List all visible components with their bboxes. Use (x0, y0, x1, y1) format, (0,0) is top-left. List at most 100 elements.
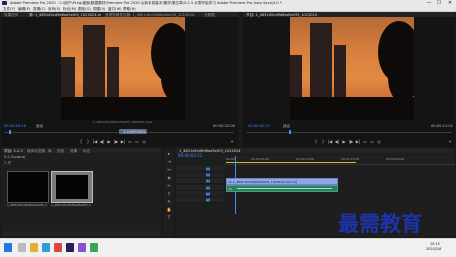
project-name: 5.2.3.prproj (4, 155, 25, 159)
work-area-bar[interactable] (226, 162, 356, 163)
step-forward-button[interactable]: |▶ (348, 139, 354, 144)
button-editor-button[interactable]: + (447, 139, 453, 144)
rate-stretch-tool-icon[interactable]: ◈ (166, 175, 172, 180)
video-clip-label: fx 1_4851d5cd9d6ad5e0f3_1023024.mp4 [V] (229, 179, 298, 184)
hand-tool-icon[interactable]: ✋ (166, 207, 172, 212)
track-select-tool-icon[interactable]: ⇥ (166, 159, 172, 164)
premiere-taskbar-icon[interactable] (66, 243, 74, 252)
step-forward-button[interactable]: |▶ (113, 139, 119, 144)
project-item-thumbnail-selected[interactable] (51, 171, 93, 203)
play-button[interactable]: ▶ (341, 139, 347, 144)
tab-sequence[interactable]: 1_4851d5cd9d6ad5e0f3_1023024 (179, 149, 259, 153)
program-playhead[interactable] (289, 130, 291, 134)
menu-view[interactable]: 视图(V) (93, 7, 105, 11)
track-target-v1[interactable]: V1 (206, 178, 210, 183)
export-frame-button[interactable]: ◎ (376, 139, 382, 144)
premiere-app-icon (2, 1, 7, 5)
go-to-out-button[interactable]: ▶| (120, 139, 126, 144)
video-clip[interactable]: fx 1_4851d5cd9d6ad5e0f3_1023024.mp4 [V] (226, 178, 338, 185)
source-in-out-range[interactable]: 1:2/4851d5c (119, 129, 147, 134)
menu-file[interactable]: 文件(F) (3, 7, 15, 11)
track-target-a3[interactable]: A3 (206, 197, 210, 202)
track-target-v2[interactable]: V2 (206, 172, 210, 177)
go-to-in-button[interactable]: |◀ (92, 139, 98, 144)
program-fit-select[interactable]: 适合 (283, 124, 290, 128)
insert-button[interactable]: ▭ (127, 139, 133, 144)
source-monitor: 1_4851d5cd9d6ad5e0f3_1023024.mp4 00:00:0… (1, 17, 238, 147)
source-playhead[interactable] (9, 130, 11, 134)
ruler-tick-label: 00:00:20:00 (386, 157, 405, 161)
button-editor-button[interactable]: + (229, 139, 235, 144)
menu-graphics[interactable]: 图形(G) (78, 7, 91, 11)
tab-audio-clip-mixer[interactable]: 音频剪辑混合器: 1_4851d5cd9d6ad5e0f3_1023024 (105, 13, 200, 17)
tab-project[interactable]: 项目: 5.2.3 (4, 149, 24, 153)
menu-clip[interactable]: 剪辑(C) (33, 7, 46, 11)
time-ruler[interactable]: 00:00 00:00:05:00 00:00:10:00 00:00:15:0… (224, 156, 455, 165)
tab-effects[interactable]: 效果 (70, 149, 80, 153)
audio-waveform (237, 188, 332, 189)
mark-out-button[interactable]: } (85, 139, 91, 144)
tab-markers[interactable]: 标记 (83, 149, 93, 153)
menu-window[interactable]: 窗口(W) (108, 7, 122, 11)
tab-metadata[interactable]: 元数据 (204, 13, 224, 17)
timeline-timecode[interactable]: 00:00:02:12 (178, 154, 202, 158)
ground-silhouette (290, 97, 414, 120)
app-icon[interactable] (90, 243, 98, 252)
ruler-tick-label: 00:00 (226, 157, 235, 161)
ripple-edit-tool-icon[interactable]: ↔ (166, 167, 172, 172)
clock-time[interactable]: 19:15 (430, 242, 440, 246)
menu-edit[interactable]: 编辑(E) (18, 7, 30, 11)
search-icon[interactable] (18, 243, 26, 252)
step-back-button[interactable]: ◀| (334, 139, 340, 144)
export-frame-button[interactable]: ◎ (141, 139, 147, 144)
source-clip-label: 1_4851d5cd9d6ad5e0f3_1023024.mp4 (93, 120, 153, 124)
mark-in-button[interactable]: { (78, 139, 84, 144)
program-scrub-bar[interactable] (246, 132, 452, 133)
tree-silhouette (161, 52, 185, 102)
audio-clip[interactable]: fx (226, 185, 338, 192)
project-panel: 5.2.3.prproj 2 项 1_4851d5cd9d6ad5e0f3_10… (1, 153, 161, 237)
go-to-in-button[interactable]: |◀ (327, 139, 333, 144)
ground-silhouette (61, 97, 185, 120)
source-fit-select[interactable]: 适合 (36, 124, 43, 128)
browser-icon[interactable] (42, 243, 50, 252)
source-timecode-current[interactable]: 00:00:00:16 (4, 124, 26, 128)
overwrite-button[interactable]: ▭ (134, 139, 140, 144)
tab-media-browser[interactable]: 媒体浏览器 (27, 149, 45, 153)
tree-silhouette (388, 53, 414, 103)
razor-tool-icon[interactable]: ✂ (166, 183, 172, 188)
track-target-v3[interactable]: V3 (206, 166, 210, 171)
menu-marker[interactable]: 标记(M) (63, 7, 76, 11)
window-title: Adobe Premiere Pro 2020 - C:\用户\Pchg\桌面\… (10, 1, 282, 5)
app-icon[interactable] (54, 243, 62, 252)
extract-button[interactable]: ▭ (369, 139, 375, 144)
mark-out-button[interactable]: } (320, 139, 326, 144)
app-icon[interactable] (78, 243, 86, 252)
pen-tool-icon[interactable]: ✎ (166, 199, 172, 204)
track-target-a1[interactable]: A1 (206, 185, 210, 190)
file-explorer-icon[interactable] (30, 243, 38, 252)
program-timecode-current[interactable]: 00:00:02:12 (248, 124, 270, 128)
mark-in-button[interactable]: { (313, 139, 319, 144)
tab-effect-controls[interactable]: 效果控件 (4, 13, 26, 17)
lift-button[interactable]: ▭ (362, 139, 368, 144)
go-to-out-button[interactable]: ▶| (355, 139, 361, 144)
tab-program[interactable]: 节目: 1_4851d5cd9d6ad5e0f3_1023024 (246, 13, 336, 17)
type-tool-icon[interactable]: T (166, 215, 172, 220)
project-item-thumbnail[interactable] (7, 171, 49, 203)
menu-sequence[interactable]: 序列(S) (48, 7, 60, 11)
step-back-button[interactable]: ◀| (99, 139, 105, 144)
tab-source[interactable]: 源: 1_4851d5cd9d6ad5e0f3_1023024.mp4 (29, 13, 101, 17)
start-icon[interactable] (4, 243, 12, 252)
track-target-a2[interactable]: A2 (206, 191, 210, 196)
source-marker-label: 1:2/4851d5c (123, 129, 146, 134)
play-button[interactable]: ▶ (106, 139, 112, 144)
menu-help[interactable]: 帮助(H) (123, 7, 136, 11)
project-item-name: 1_4851d5cd9d6ad5e0f3_1023024 (51, 203, 91, 207)
tab-info[interactable]: 信息 (57, 149, 67, 153)
clock-date[interactable]: 2020/2/8 (426, 247, 441, 251)
tab-libraries[interactable]: 库 (48, 149, 54, 153)
slip-tool-icon[interactable]: ↕ (166, 191, 172, 196)
selection-tool-icon[interactable]: ▸ (166, 151, 172, 156)
ruler-tick-label: 00:00:15:00 (341, 157, 360, 161)
